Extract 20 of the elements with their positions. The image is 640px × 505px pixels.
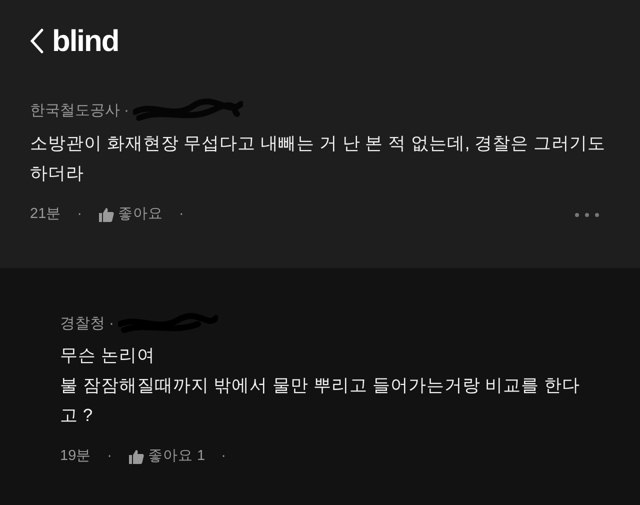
reply-time: 19분 (60, 447, 92, 466)
app-logo[interactable]: blind (52, 18, 119, 64)
company-name: 경찰청 (60, 314, 105, 334)
separator: · (77, 205, 82, 224)
reply-text: 무슨 논리여 (60, 344, 156, 367)
separator: · (178, 205, 184, 224)
separator: · (107, 447, 112, 466)
back-icon[interactable] (30, 28, 44, 54)
company-name: 한국철도공사 (30, 100, 120, 121)
separator: · (221, 447, 226, 466)
like-button[interactable]: 좋아요 1 (128, 446, 206, 468)
more-icon[interactable] (574, 212, 600, 218)
post-text: 소방관이 화재현장 무섭다고 내빼는 거 난 본 적 없는데, 경찰은 그러기도 하더라 (30, 132, 606, 185)
separator: · (109, 314, 114, 334)
reply-text: 불 잠잠해질때까지 밖에서 물만 뿌리고 들어가는거랑 비교를 한다고 ? (60, 374, 582, 427)
separator: · (124, 100, 129, 121)
like-button[interactable]: 좋아요 (98, 204, 163, 226)
post-time: 21분 (30, 205, 62, 224)
thumbs-up-icon (98, 207, 114, 222)
thumbs-up-icon (128, 449, 144, 464)
